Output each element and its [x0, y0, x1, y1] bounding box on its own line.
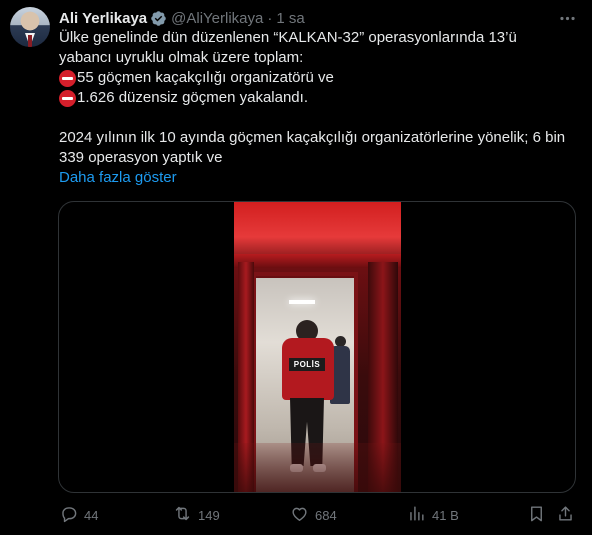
reply-count: 44 [84, 507, 99, 523]
tweet-line: 1.626 düzensiz göçmen yakalandı. [77, 89, 308, 106]
like-button[interactable]: 684 [290, 503, 337, 527]
views-count: 41 B [432, 507, 459, 523]
tweet-line: yabancı uyruklu olmak üzere toplam: [59, 49, 304, 66]
tweet-line: 55 göçmen kaçakçılığı organizatörü ve [77, 69, 334, 86]
repost-icon [173, 504, 192, 526]
vest-label: POLİS [289, 358, 325, 371]
author-name[interactable]: Ali Yerlikaya [59, 10, 147, 27]
share-button[interactable] [556, 503, 575, 527]
repost-count: 149 [198, 507, 220, 523]
views-button[interactable]: 41 B [407, 503, 459, 527]
floor-shadow [234, 443, 401, 492]
tweet-time[interactable]: 1 sa [276, 10, 304, 27]
header-separator: · [267, 9, 273, 27]
bookmark-button[interactable] [527, 503, 546, 527]
action-bar: 44 149 684 41 B [55, 503, 581, 527]
avatar-tie [28, 35, 32, 47]
no-entry-icon [59, 89, 76, 107]
tweet-text: Ülke genelinde dün düzenlenen “KALKAN-32… [59, 28, 581, 168]
show-more-link[interactable]: Daha fazla göster [59, 169, 177, 186]
like-count: 684 [315, 507, 337, 523]
tweet-line-item: 55 göçmen kaçakçılığı organizatörü ve [59, 68, 581, 88]
bookmark-icon [527, 504, 546, 526]
share-icon [556, 504, 575, 526]
views-icon [407, 504, 426, 526]
video-media[interactable]: POLİS [58, 201, 576, 493]
author-avatar[interactable] [10, 7, 50, 47]
tweet-line: 339 operasyon yaptık ve [59, 149, 223, 166]
video-thumbnail[interactable]: POLİS [234, 202, 401, 492]
tweet-header: Ali Yerlikaya @AliYerlikaya · 1 sa [59, 8, 305, 28]
author-handle[interactable]: @AliYerlikaya [171, 10, 263, 27]
tweet-line: 2024 yılının ilk 10 ayında göçmen kaçakç… [59, 129, 566, 146]
verified-badge-icon[interactable] [150, 10, 167, 27]
tweet-line: Ülke genelinde dün düzenlenen “KALKAN-32… [59, 29, 517, 46]
reply-icon [59, 504, 78, 526]
like-icon [290, 504, 309, 526]
more-icon[interactable] [556, 8, 578, 28]
repost-button[interactable]: 149 [173, 503, 220, 527]
reply-button[interactable]: 44 [59, 503, 98, 527]
tweet-line-item: 1.626 düzensiz göçmen yakalandı. [59, 88, 581, 108]
no-entry-icon [59, 69, 76, 87]
